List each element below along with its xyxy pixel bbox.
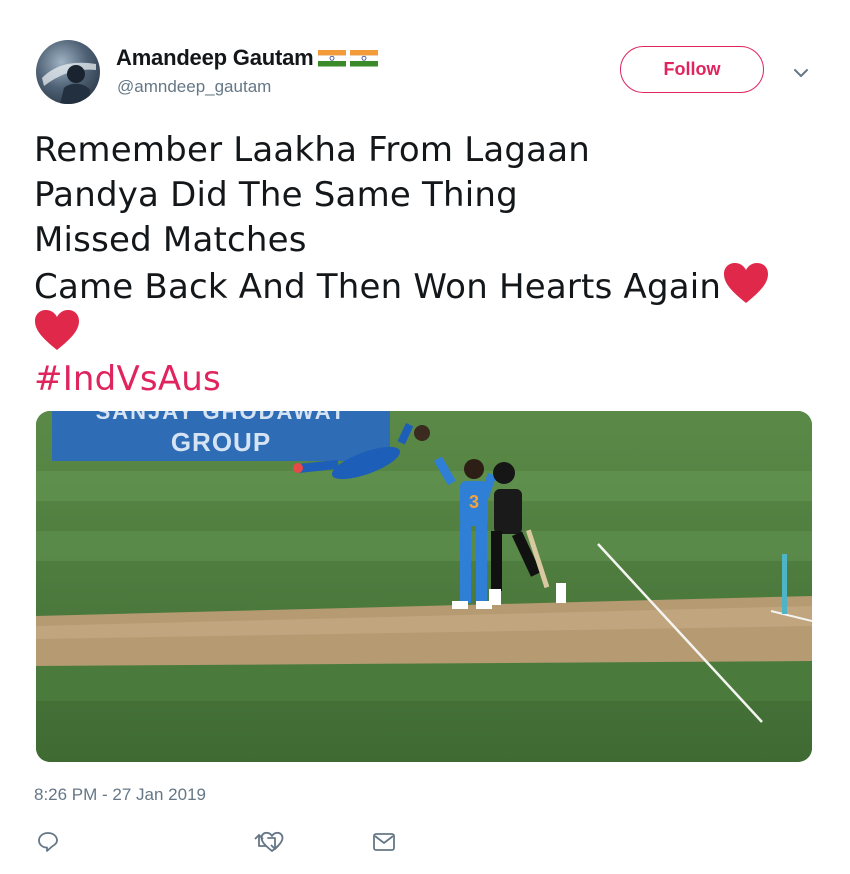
tweet-line-with-heart: Came Back And Then Won Hearts Again bbox=[34, 263, 794, 310]
tweet-timestamp[interactable]: 8:26 PM - 27 Jan 2019 bbox=[34, 785, 206, 805]
tweet-actions bbox=[36, 828, 280, 856]
tweet-line: Pandya Did The Same Thing bbox=[34, 175, 518, 215]
india-flag-icon bbox=[349, 48, 378, 68]
tweet-media-photo[interactable]: SANJAY GHODAWAT GROUP 3 bbox=[36, 411, 812, 762]
direct-message-button[interactable] bbox=[372, 828, 490, 856]
like-button[interactable] bbox=[260, 828, 378, 856]
user-name-row: Amandeep Gautam bbox=[116, 45, 378, 71]
like-icon bbox=[260, 831, 284, 853]
user-handle[interactable]: @amndeep_gautam bbox=[117, 77, 271, 97]
chevron-down-icon[interactable] bbox=[792, 66, 810, 80]
follow-button[interactable]: Follow bbox=[620, 46, 764, 93]
banner-partial-text: SANJAY GHODAWAT bbox=[96, 411, 347, 424]
tweet-text: Remember Laakha From Lagaan Pandya Did T… bbox=[34, 128, 794, 402]
reply-icon bbox=[36, 831, 60, 853]
tweet-line: Remember Laakha From Lagaan bbox=[34, 130, 590, 170]
tweet-line: Came Back And Then Won Hearts Again bbox=[34, 267, 722, 307]
reply-button[interactable] bbox=[36, 828, 154, 856]
display-name[interactable]: Amandeep Gautam bbox=[116, 45, 314, 71]
tweet-line: Missed Matches bbox=[34, 220, 307, 260]
red-heart-icon bbox=[34, 310, 80, 352]
tweet-line bbox=[34, 310, 794, 357]
banner-text: GROUP bbox=[171, 427, 271, 457]
direct-message-icon bbox=[372, 831, 396, 853]
avatar[interactable] bbox=[36, 40, 100, 104]
retweet-button[interactable] bbox=[154, 828, 280, 856]
india-flag-icon bbox=[317, 48, 346, 68]
player-number: 3 bbox=[469, 492, 479, 512]
red-heart-icon bbox=[723, 263, 769, 305]
hashtag-link[interactable]: #IndVsAus bbox=[34, 357, 794, 402]
